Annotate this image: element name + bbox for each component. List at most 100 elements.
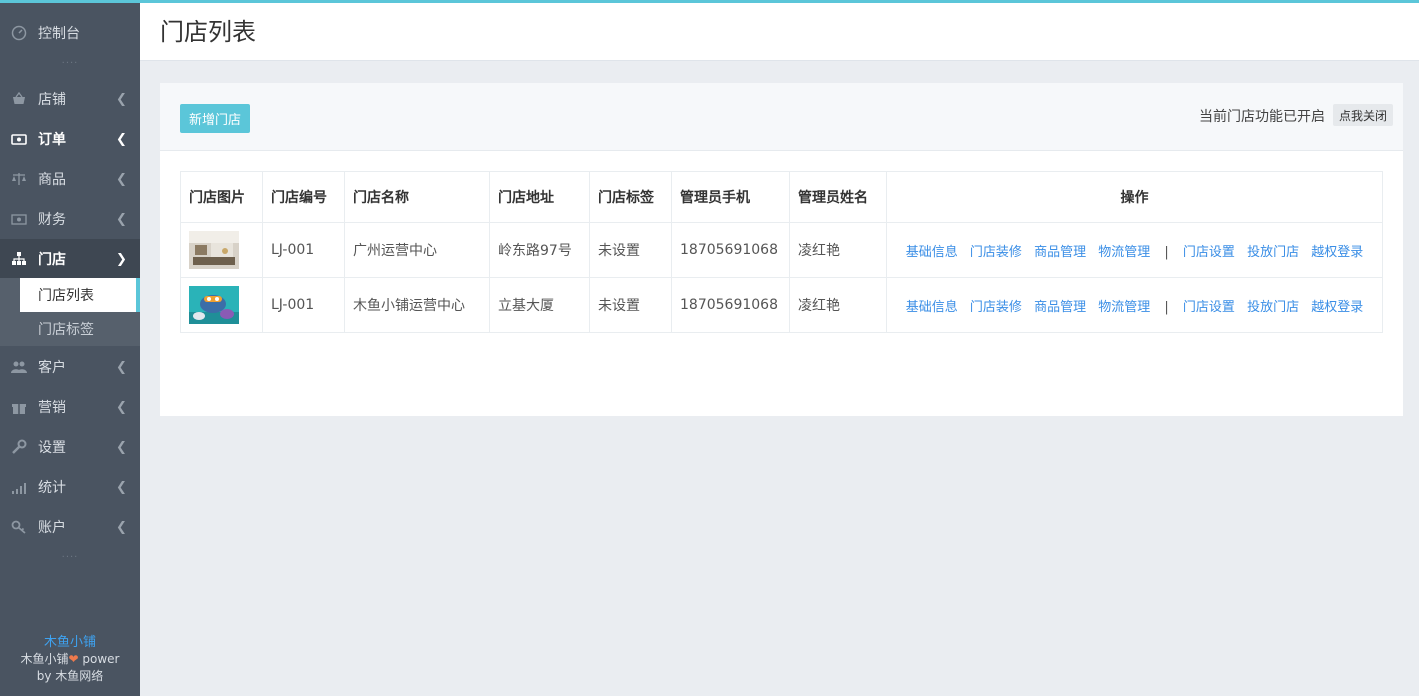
store-decoration-link[interactable]: 门店装修 [970, 245, 1022, 260]
basic-info-link[interactable]: 基础信息 [906, 245, 958, 260]
dashboard-icon [0, 25, 38, 41]
product-management-link[interactable]: 商品管理 [1034, 245, 1086, 260]
store-address: 岭东路97号 [489, 222, 590, 278]
store-image-cell [180, 277, 263, 333]
chevron-down-icon: ❯ [116, 251, 127, 267]
sidebar-item-orders[interactable]: 订单 ❮ [0, 119, 140, 159]
users-icon [0, 359, 38, 375]
store-list-panel: 新增门店 当前门店功能已开启 点我关闭 门店图片 门店编号 门店名称 门店地址 … [160, 83, 1403, 416]
footer-power: 木鱼小铺❤ power [0, 651, 140, 668]
store-name: 木鱼小铺运营中心 [344, 277, 490, 333]
place-store-link[interactable]: 投放门店 [1247, 245, 1299, 260]
money-icon [0, 131, 38, 147]
store-settings-link[interactable]: 门店设置 [1183, 245, 1235, 260]
sidebar-item-label: 商品 [38, 172, 66, 188]
sidebar-item-label: 门店 [38, 252, 66, 268]
store-code: LJ-001 [262, 277, 345, 333]
chevron-left-icon: ❮ [116, 519, 127, 535]
sidebar-item-finance[interactable]: 财务 ❮ [0, 199, 140, 239]
store-settings-link[interactable]: 门店设置 [1183, 300, 1235, 315]
store-thumbnail[interactable] [189, 231, 239, 269]
admin-name: 凌红艳 [789, 277, 887, 333]
chevron-left-icon: ❮ [116, 479, 127, 495]
product-management-link[interactable]: 商品管理 [1034, 300, 1086, 315]
chevron-left-icon: ❮ [116, 359, 127, 375]
column-header: 门店名称 [344, 171, 490, 223]
logistics-management-link[interactable]: 物流管理 [1098, 245, 1150, 260]
shop-basket-icon [0, 91, 38, 107]
admin-name: 凌红艳 [789, 222, 887, 278]
sidebar-item-label: 店铺 [38, 92, 66, 108]
page-header: 门店列表 [140, 3, 1419, 61]
store-image-cell [180, 222, 263, 278]
operations-cell: 基础信息 门店装修 商品管理 物流管理 | 门店设置 投放门店 越权登录 [886, 277, 1383, 333]
top-accent-line [0, 0, 1419, 3]
finance-icon [0, 211, 38, 227]
sidebar: 控制台 ···· 店铺 ❮ 订单 ❮ 商品 ❮ 财务 ❮ 门店 ❯ 门店列表 门… [0, 0, 140, 696]
sidebar-item-label: 账户 [38, 520, 66, 536]
column-header: 管理员手机 [671, 171, 790, 223]
footer-by-prefix: by [36, 669, 56, 683]
footer-by: by 木鱼网络 [0, 668, 140, 685]
page-title: 门店列表 [160, 18, 256, 46]
footer-power-prefix: 木鱼小铺 [20, 652, 69, 666]
key-icon [0, 519, 38, 535]
sidebar-item-label: 控制台 [38, 26, 80, 42]
gift-icon [0, 399, 38, 415]
sidebar-item-account[interactable]: 账户 ❮ [0, 507, 140, 547]
disable-store-button[interactable]: 点我关闭 [1333, 104, 1393, 126]
sidebar-item-dashboard[interactable]: 控制台 [0, 13, 140, 53]
sidebar-item-customers[interactable]: 客户 ❮ [0, 347, 140, 387]
sidebar-item-settings[interactable]: 设置 ❮ [0, 427, 140, 467]
chevron-left-icon: ❮ [116, 91, 127, 107]
column-header: 门店图片 [180, 171, 263, 223]
heart-icon: ❤ [68, 652, 79, 666]
signal-icon [0, 479, 38, 495]
store-tag: 未设置 [589, 277, 672, 333]
sidebar-item-stores[interactable]: 门店 ❯ [0, 239, 140, 279]
chevron-left-icon: ❮ [116, 439, 127, 455]
store-address: 立基大厦 [489, 277, 590, 333]
sidebar-item-marketing[interactable]: 营销 ❮ [0, 387, 140, 427]
basic-info-link[interactable]: 基础信息 [906, 300, 958, 315]
ops-separator: | [1164, 244, 1169, 260]
store-thumbnail[interactable] [189, 286, 239, 324]
admin-phone: 18705691068 [671, 222, 790, 278]
chevron-left-icon: ❮ [116, 171, 127, 187]
column-header: 门店编号 [262, 171, 345, 223]
sidebar-item-shop[interactable]: 店铺 ❮ [0, 79, 140, 119]
sidebar-subitem-store-list[interactable]: 门店列表 [20, 278, 140, 312]
store-feature-status: 当前门店功能已开启 [1199, 109, 1325, 125]
sidebar-footer: 木鱼小铺 木鱼小铺❤ power by 木鱼网络 [0, 634, 140, 685]
ops-separator: | [1164, 299, 1169, 315]
column-header: 管理员姓名 [789, 171, 887, 223]
sidebar-item-label: 客户 [38, 360, 66, 376]
chevron-left-icon: ❮ [116, 399, 127, 415]
footer-by-name[interactable]: 木鱼网络 [55, 669, 103, 683]
sidebar-item-products[interactable]: 商品 ❮ [0, 159, 140, 199]
column-header: 操作 [886, 171, 1383, 223]
column-header: 门店标签 [589, 171, 672, 223]
override-login-link[interactable]: 越权登录 [1311, 245, 1363, 260]
sidebar-item-label: 营销 [38, 400, 66, 416]
operations-cell: 基础信息 门店装修 商品管理 物流管理 | 门店设置 投放门店 越权登录 [886, 222, 1383, 278]
table-row: LJ-001 广州运营中心 岭东路97号 未设置 18705691068 凌红艳… [180, 222, 1383, 278]
table-row: LJ-001 木鱼小铺运营中心 立基大厦 未设置 18705691068 凌红艳… [180, 277, 1383, 333]
chevron-left-icon: ❮ [116, 131, 127, 147]
sidebar-subitem-store-tags[interactable]: 门店标签 [20, 312, 140, 346]
sidebar-item-statistics[interactable]: 统计 ❮ [0, 467, 140, 507]
store-tag: 未设置 [589, 222, 672, 278]
footer-brand[interactable]: 木鱼小铺 [0, 634, 140, 651]
logistics-management-link[interactable]: 物流管理 [1098, 300, 1150, 315]
sidebar-item-label: 订单 [38, 132, 66, 148]
wrench-icon [0, 439, 38, 455]
store-name: 广州运营中心 [344, 222, 490, 278]
admin-phone: 18705691068 [671, 277, 790, 333]
add-store-button[interactable]: 新增门店 [180, 104, 250, 133]
place-store-link[interactable]: 投放门店 [1247, 300, 1299, 315]
sidebar-divider: ···· [61, 552, 79, 563]
override-login-link[interactable]: 越权登录 [1311, 300, 1363, 315]
store-decoration-link[interactable]: 门店装修 [970, 300, 1022, 315]
table-header-row: 门店图片 门店编号 门店名称 门店地址 门店标签 管理员手机 管理员姓名 操作 [180, 171, 1383, 223]
store-table: 门店图片 门店编号 门店名称 门店地址 门店标签 管理员手机 管理员姓名 操作 [180, 171, 1383, 333]
